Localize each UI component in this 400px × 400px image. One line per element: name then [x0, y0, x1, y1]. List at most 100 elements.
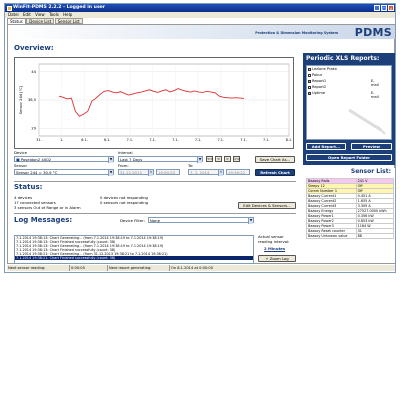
y-tick-label: 36,5 — [28, 98, 36, 102]
reading-interval-label: Actual sensor reading interval: — [258, 234, 290, 244]
report-item[interactable]: Pobur — [308, 73, 322, 77]
maximize-button[interactable]: □ — [381, 5, 387, 11]
report-checkbox[interactable] — [308, 85, 311, 89]
x-tick-label: 31. — [36, 138, 41, 142]
x-tick-label: 7.1. — [172, 138, 178, 142]
chevron-down-icon: ▼ — [248, 218, 253, 224]
close-button[interactable]: × — [388, 5, 394, 11]
to-time-field[interactable]: 19:39:22 — [226, 169, 250, 175]
last-button[interactable]: >> — [233, 156, 240, 162]
status-alarms: 3 sensors Out of Range or in Alarm — [14, 205, 81, 210]
to-date-value: 7. 1. 2014 — [190, 170, 210, 175]
reports-title: Periodic XLS Reports: — [306, 55, 380, 62]
banner: Protection & Dimension Monitoring System… — [8, 25, 395, 39]
interval-select-value: Last 7 Days — [120, 157, 143, 162]
report-email: E-mail — [371, 91, 379, 99]
status-panel: Protection & Dimension Monitoring System… — [7, 24, 395, 264]
next-button[interactable]: > — [224, 156, 231, 162]
x-tick-label: 6.1. — [81, 138, 87, 142]
report-watermark-icon — [348, 108, 386, 135]
from-date-field[interactable]: 31.12.2013 ▼ — [118, 169, 154, 176]
zoom-log-label: Zoom Log — [269, 256, 289, 261]
sensor-list-panel: Sensor List: Bazooy Rails 241 V Sleepy 12 O… — [303, 168, 395, 263]
overview-title: Overview: — [14, 44, 54, 52]
interval-select[interactable]: Last 7 Days ▼ — [118, 156, 203, 163]
to-date-field[interactable]: 7. 1. 2014 ▼ — [188, 169, 224, 176]
from-date-value: 31.12.2013 — [120, 170, 142, 175]
report-email: E-mail — [371, 79, 379, 87]
log-list[interactable]: 7.1.2014 19:38:13: Chart Generating... (… — [14, 235, 254, 264]
device-filter-label: Device Filter: — [120, 218, 145, 223]
from-label: From: — [118, 163, 129, 168]
y-tick-label: 29 — [31, 127, 36, 131]
chevron-down-icon: ▼ — [108, 170, 113, 176]
report-label: Pobur — [312, 73, 323, 77]
title-bar: WinFit-PDMS 2.2.2 - Logged in user _ □ × — [5, 4, 395, 12]
next-report-label: Next report generating: — [107, 265, 167, 271]
to-time-value: 19:39:22 — [228, 170, 246, 175]
status-sensors-not-responding: 0 sensors not responding — [100, 200, 149, 205]
from-time-field[interactable]: 19:00:23 — [156, 169, 180, 175]
zoom-log-button[interactable]: + Zoom Log — [258, 255, 296, 262]
preview-button[interactable]: Preview — [351, 143, 392, 150]
report-item[interactable]: ✓Uptime E-mail — [308, 91, 379, 99]
y-tick-label: 44 — [31, 70, 36, 74]
x-tick-label: 7.1. — [263, 138, 269, 142]
x-tick-label: 1. — [60, 138, 63, 142]
first-button[interactable]: << — [206, 156, 213, 162]
from-time-value: 19:00:23 — [158, 170, 176, 175]
x-tick-label: 6.1. — [104, 138, 110, 142]
pdms-logo: PDMS — [354, 26, 392, 39]
x-tick-label: 7.1. — [127, 138, 133, 142]
network-icon: ■ — [16, 157, 20, 162]
edit-devices-button[interactable]: Edit Devices & Sensors... — [238, 202, 296, 209]
sensor-value: 88 — [355, 233, 395, 239]
report-checkbox[interactable]: ✓ — [308, 79, 311, 83]
report-item[interactable]: ✓Report1 E-mail — [308, 79, 379, 87]
log-line-selected: 7.1.2014 19:38:21: Chart Finished succes… — [15, 256, 253, 260]
report-checkbox[interactable]: ✓ — [308, 67, 311, 71]
open-report-folder-button[interactable]: Open Report Folder — [306, 154, 392, 161]
x-tick-label: 7.1. — [218, 138, 224, 142]
report-label: Report2 — [312, 85, 327, 89]
report-label: Lezione Prakx — [312, 67, 337, 71]
device-select-value: Poseidon2 4002 — [20, 157, 52, 162]
x-tick-label: 7.1. — [240, 138, 246, 142]
sensor-select[interactable]: Sensor 244 = 30.9 °C ▼ — [14, 169, 114, 176]
sensor-chart: 44 36,5 29 Sensor 244 [°C] 31. 1. 6.1. 6.1. 7.1.… — [14, 57, 294, 149]
device-label: Device — [14, 150, 27, 155]
minimize-button[interactable]: _ — [374, 5, 380, 11]
log-title: Log Messages: — [14, 216, 73, 224]
sensor-row[interactable]: Bazooy Unknown value 88 — [306, 233, 395, 239]
chevron-down-icon: ▼ — [197, 157, 202, 163]
window-title: WinFit-PDMS 2.2.2 - Logged in user — [13, 5, 106, 10]
report-checkbox[interactable]: ✓ — [308, 91, 311, 95]
device-filter-select[interactable]: None ▼ — [148, 217, 254, 224]
report-label: Report1 — [312, 79, 327, 83]
divider — [14, 181, 296, 182]
app-icon — [7, 5, 12, 11]
previous-button[interactable]: < — [215, 156, 222, 162]
sensor-table: Bazooy Rails 241 V Sleepy 12 Off Comm Number… — [306, 178, 395, 239]
report-item[interactable]: ✓Lezione Prakx — [308, 67, 337, 71]
report-checkbox[interactable] — [308, 73, 311, 77]
sensor-select-value: Sensor 244 = 30.9 °C — [16, 170, 58, 175]
to-label: To: — [188, 163, 194, 168]
report-item[interactable]: Report2 — [308, 85, 326, 89]
next-report-value: On 8.1.2014 at 0:00:00 — [169, 265, 269, 271]
app-window: WinFit-PDMS 2.2.2 - Logged in user _ □ ×… — [4, 3, 396, 273]
divider — [14, 213, 296, 214]
device-filter-value: None — [150, 218, 160, 223]
refresh-chart-button[interactable]: Refresh Chart — [255, 169, 295, 176]
x-tick-label: 7.1. — [149, 138, 155, 142]
status-title: Status: — [14, 183, 43, 191]
x-tick-label: 7.1. — [195, 138, 201, 142]
save-chart-button[interactable]: Save Chart As... — [255, 156, 295, 163]
device-select[interactable]: ■ Poseidon2 4002 ▼ — [14, 156, 114, 163]
add-report-button[interactable]: Add Report... — [306, 143, 346, 150]
chart-svg: 44 36,5 29 Sensor 244 [°C] 31. 1. 6.1. 6.1. 7.1.… — [19, 63, 292, 142]
reading-interval-value[interactable]: 2 Minutes — [264, 246, 285, 251]
reports-panel: Periodic XLS Reports: ✓Lezione Prakx Pob… — [303, 53, 395, 165]
interval-label: Interval — [118, 150, 133, 155]
chevron-down-icon: ▼ — [148, 170, 153, 176]
